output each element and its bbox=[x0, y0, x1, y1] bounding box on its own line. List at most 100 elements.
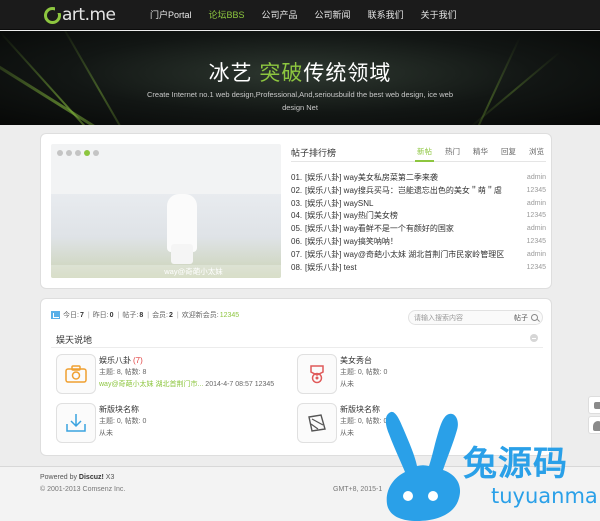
image-slider[interactable]: way@奇葩小太妹 bbox=[51, 144, 281, 278]
forum-last-post: 从未 bbox=[340, 428, 354, 438]
search-type-select[interactable]: 帖子 bbox=[514, 313, 528, 323]
list-item[interactable]: 05. [娱乐八卦] way看鲜不是一个有颜好的国家 admin bbox=[291, 223, 546, 236]
nav-item-news[interactable]: 公司新闻 bbox=[315, 0, 351, 30]
slide-caption[interactable]: way@奇葩小太妹 bbox=[51, 265, 281, 278]
last-post-time: 2014-4-7 08:57 12345 bbox=[205, 381, 275, 388]
list-item[interactable]: 06. [娱乐八卦] way搞笑呐呐！ 12345 bbox=[291, 236, 546, 249]
tab-hot[interactable]: 热门 bbox=[443, 146, 462, 162]
copyright: © 2001-2013 Comsenz Inc. bbox=[40, 486, 126, 493]
forum-stats-text: 主题: 8, 帖数: 8 bbox=[99, 369, 147, 376]
tab-replies[interactable]: 回复 bbox=[499, 146, 518, 162]
post-title-link[interactable]: [娱乐八卦] way搜兵买马：岂能遗忘出色的美女＂萌＂虐 bbox=[305, 186, 502, 195]
last-post-link[interactable]: way@奇葩小太妹 湖北首荆门市... bbox=[99, 381, 203, 388]
post-author[interactable]: admin bbox=[527, 198, 546, 211]
camera-icon[interactable] bbox=[56, 354, 96, 394]
edit-icon[interactable] bbox=[297, 403, 337, 443]
rabbit-logo-icon bbox=[385, 411, 461, 521]
forum-name-link[interactable]: 新版块名称 bbox=[99, 405, 139, 414]
section-title[interactable]: 娱天说地 bbox=[56, 333, 92, 346]
slider-dot[interactable] bbox=[93, 150, 99, 156]
watermark-text: 兔源码 bbox=[463, 444, 568, 484]
rank-number: 05. bbox=[291, 224, 303, 234]
ranking-tabs: 新帖 热门 精华 回复 浏览 bbox=[406, 146, 546, 162]
forum-name-link[interactable]: 娱乐八卦 bbox=[99, 356, 131, 365]
nav-item-bbs[interactable]: 论坛BBS bbox=[209, 0, 245, 30]
forum-name-link[interactable]: 新版块名称 bbox=[340, 405, 380, 414]
rank-number: 08. bbox=[291, 262, 303, 272]
search-box[interactable]: 请输入搜索内容 帖子 bbox=[408, 310, 543, 325]
list-item[interactable]: 02. [娱乐八卦] way搜兵买马：岂能遗忘出色的美女＂萌＂虐 12345 bbox=[291, 185, 546, 198]
stat-members: 2 bbox=[169, 311, 173, 319]
post-title-link[interactable]: [娱乐八卦] test bbox=[305, 263, 357, 272]
post-title-link[interactable]: [娱乐八卦] way@奇葩小太妹 湖北首荆门市民家岭管理区 bbox=[305, 250, 504, 259]
post-author[interactable]: admin bbox=[527, 223, 546, 236]
last-post-time: 从未 bbox=[340, 381, 354, 388]
nav-item-about[interactable]: 关于我们 bbox=[421, 0, 457, 30]
post-title-link[interactable]: [娱乐八卦] waySNL bbox=[305, 199, 373, 208]
tab-views[interactable]: 浏览 bbox=[527, 146, 546, 162]
forum-name-link[interactable]: 美女秀台 bbox=[340, 356, 372, 365]
nav-item-portal[interactable]: 门户Portal bbox=[150, 0, 192, 30]
rank-number: 04. bbox=[291, 211, 303, 221]
stat-today: 7 bbox=[79, 311, 84, 319]
post-author[interactable]: admin bbox=[527, 249, 546, 262]
post-author[interactable]: 12345 bbox=[527, 236, 546, 249]
rank-number: 06. bbox=[291, 236, 303, 246]
post-title-link[interactable]: [娱乐八卦] way热门美女榜 bbox=[305, 211, 398, 220]
post-author[interactable]: 12345 bbox=[527, 185, 546, 198]
forum-stats-text: 主题: 0, 帖数: 0 bbox=[340, 369, 388, 376]
slider-dot[interactable] bbox=[75, 150, 81, 156]
powered-by: Powered by Discuz! X3 bbox=[40, 474, 114, 481]
watermark-pinyin: tuyuanma bbox=[491, 484, 598, 508]
nav-item-contact[interactable]: 联系我们 bbox=[368, 0, 404, 30]
list-item[interactable]: 07. [娱乐八卦] way@奇葩小太妹 湖北首荆门市民家岭管理区 admin bbox=[291, 249, 546, 262]
post-author[interactable]: 12345 bbox=[527, 262, 546, 275]
forum-today-count: (7) bbox=[133, 356, 143, 365]
stat-members-label: 会员: bbox=[152, 312, 169, 319]
tab-digest[interactable]: 精华 bbox=[471, 146, 490, 162]
list-item[interactable]: 03. [娱乐八卦] waySNL admin bbox=[291, 198, 546, 211]
post-author[interactable]: admin bbox=[527, 172, 546, 185]
list-item[interactable]: 08. [娱乐八卦] test 12345 bbox=[291, 262, 546, 275]
discuz-link[interactable]: Discuz! bbox=[79, 474, 104, 481]
server-time: GMT+8, 2015-1 bbox=[333, 486, 383, 493]
tab-new[interactable]: 新帖 bbox=[415, 146, 434, 162]
list-item[interactable]: 04. [娱乐八卦] way热门美女榜 12345 bbox=[291, 210, 546, 223]
forum-item: 新版块名称 主题: 0, 帖数: 0 从未 bbox=[56, 403, 296, 449]
hero-banner: 冰艺 突破传统领域 Create Internet no.1 web desig… bbox=[0, 31, 600, 125]
newest-member-link[interactable]: 12345 bbox=[220, 312, 239, 319]
download-icon[interactable] bbox=[56, 403, 96, 443]
post-title-link[interactable]: [娱乐八卦] way美女私房菜第二季来袭 bbox=[305, 173, 438, 182]
medal-icon[interactable] bbox=[297, 354, 337, 394]
slider-dot[interactable] bbox=[57, 150, 63, 156]
post-title-link[interactable]: [娱乐八卦] way看鲜不是一个有颜好的国家 bbox=[305, 224, 454, 233]
slider-dot[interactable] bbox=[66, 150, 72, 156]
forum-last-post: 从未 bbox=[99, 428, 113, 438]
last-post-time: 从未 bbox=[99, 430, 113, 437]
nav-item-products[interactable]: 公司产品 bbox=[262, 0, 298, 30]
logo-mark-icon bbox=[44, 6, 61, 24]
search-icon[interactable] bbox=[531, 314, 538, 321]
forum-item: 娱乐八卦 (7) 主题: 8, 帖数: 8 way@奇葩小太妹 湖北首荆门市...… bbox=[56, 354, 296, 400]
powered-prefix: Powered by bbox=[40, 474, 79, 481]
ranking-header: 帖子排行榜 新帖 热门 精华 回复 浏览 bbox=[291, 142, 546, 162]
slider-dot-active[interactable] bbox=[84, 150, 90, 156]
logo-text: art.me bbox=[62, 5, 116, 25]
section-header: 娱天说地 bbox=[51, 332, 543, 348]
stat-posts: 8 bbox=[139, 311, 144, 319]
collapse-icon[interactable] bbox=[530, 334, 538, 342]
watermark-logo: 兔源码 tuyuanma bbox=[381, 410, 600, 521]
stat-yesterday-label: 昨日: bbox=[92, 312, 109, 319]
forum-name: 新版块名称 bbox=[99, 404, 141, 415]
logo[interactable]: art.me bbox=[44, 4, 116, 26]
powered-version: X3 bbox=[103, 474, 115, 481]
search-input[interactable]: 请输入搜索内容 bbox=[414, 313, 463, 323]
list-item[interactable]: 01. [娱乐八卦] way美女私房菜第二季来袭 admin bbox=[291, 172, 546, 185]
post-title-link[interactable]: [娱乐八卦] way搞笑呐呐！ bbox=[305, 237, 398, 246]
rank-number: 01. bbox=[291, 173, 303, 182]
ranking-title: 帖子排行榜 bbox=[291, 148, 337, 158]
rank-number: 03. bbox=[291, 198, 303, 208]
ranking-list: 01. [娱乐八卦] way美女私房菜第二季来袭 admin 02. [娱乐八卦] w… bbox=[291, 172, 546, 274]
slide-figure-base bbox=[171, 244, 193, 264]
post-author[interactable]: 12345 bbox=[527, 210, 546, 223]
